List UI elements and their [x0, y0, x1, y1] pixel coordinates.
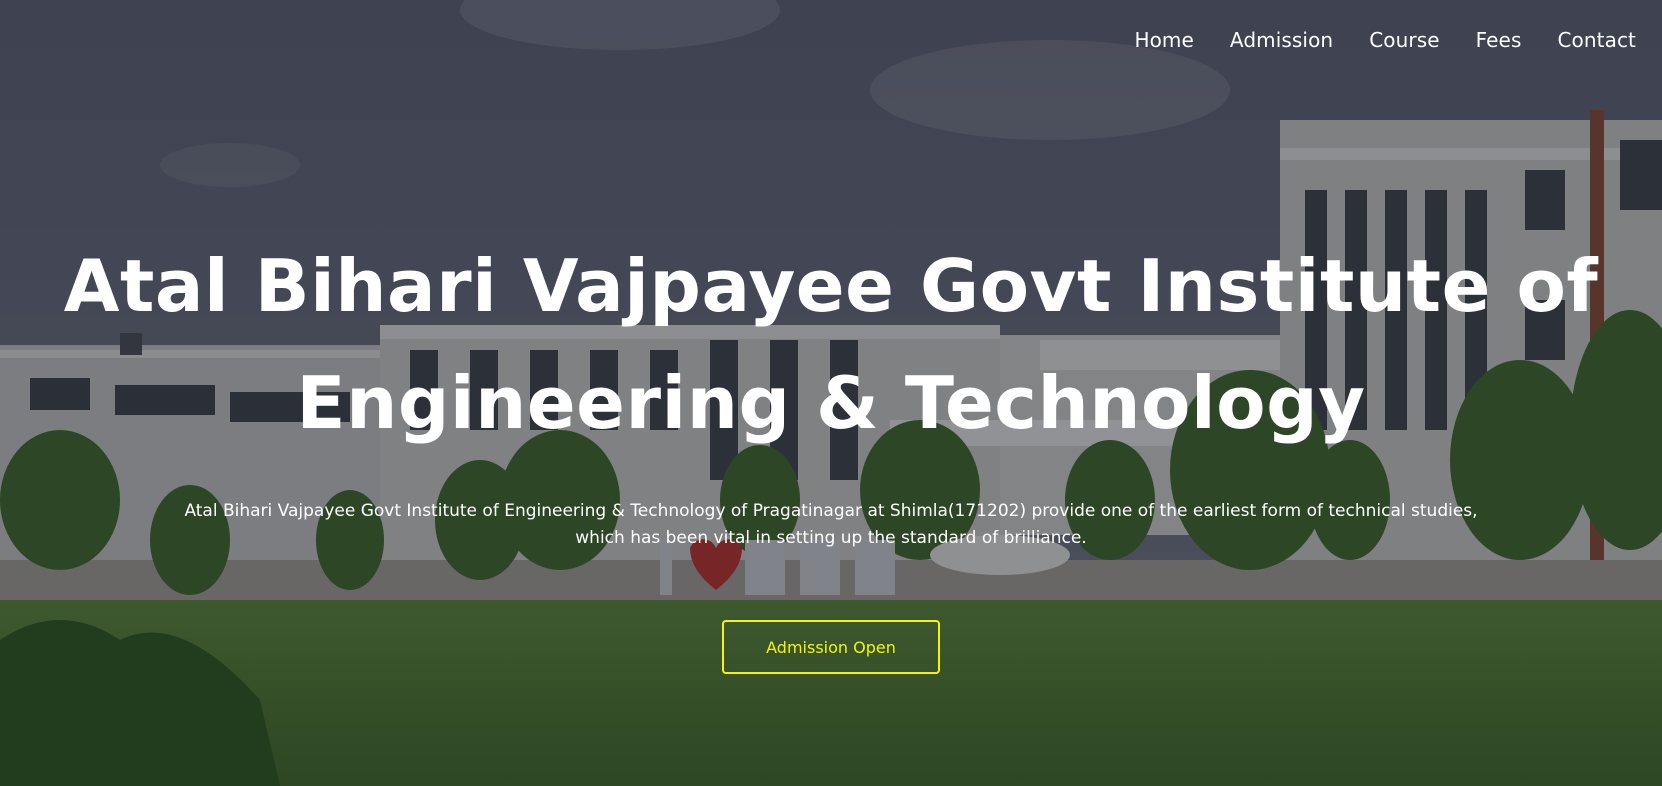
- nav-link-fees[interactable]: Fees: [1476, 28, 1522, 52]
- admission-open-button[interactable]: Admission Open: [722, 620, 940, 674]
- hero-title: Atal Bihari Vajpayee Govt Institute of E…: [63, 244, 1599, 445]
- top-navigation: Home Admission Course Fees Contact: [1098, 28, 1636, 52]
- nav-link-home[interactable]: Home: [1134, 28, 1193, 52]
- hero-section: Home Admission Course Fees Contact Atal …: [0, 0, 1662, 786]
- nav-link-admission[interactable]: Admission: [1230, 28, 1333, 52]
- hero-content: Atal Bihari Vajpayee Govt Institute of E…: [0, 228, 1662, 674]
- hero-description: Atal Bihari Vajpayee Govt Institute of E…: [184, 501, 1478, 548]
- nav-link-course[interactable]: Course: [1369, 28, 1439, 52]
- nav-link-contact[interactable]: Contact: [1557, 28, 1636, 52]
